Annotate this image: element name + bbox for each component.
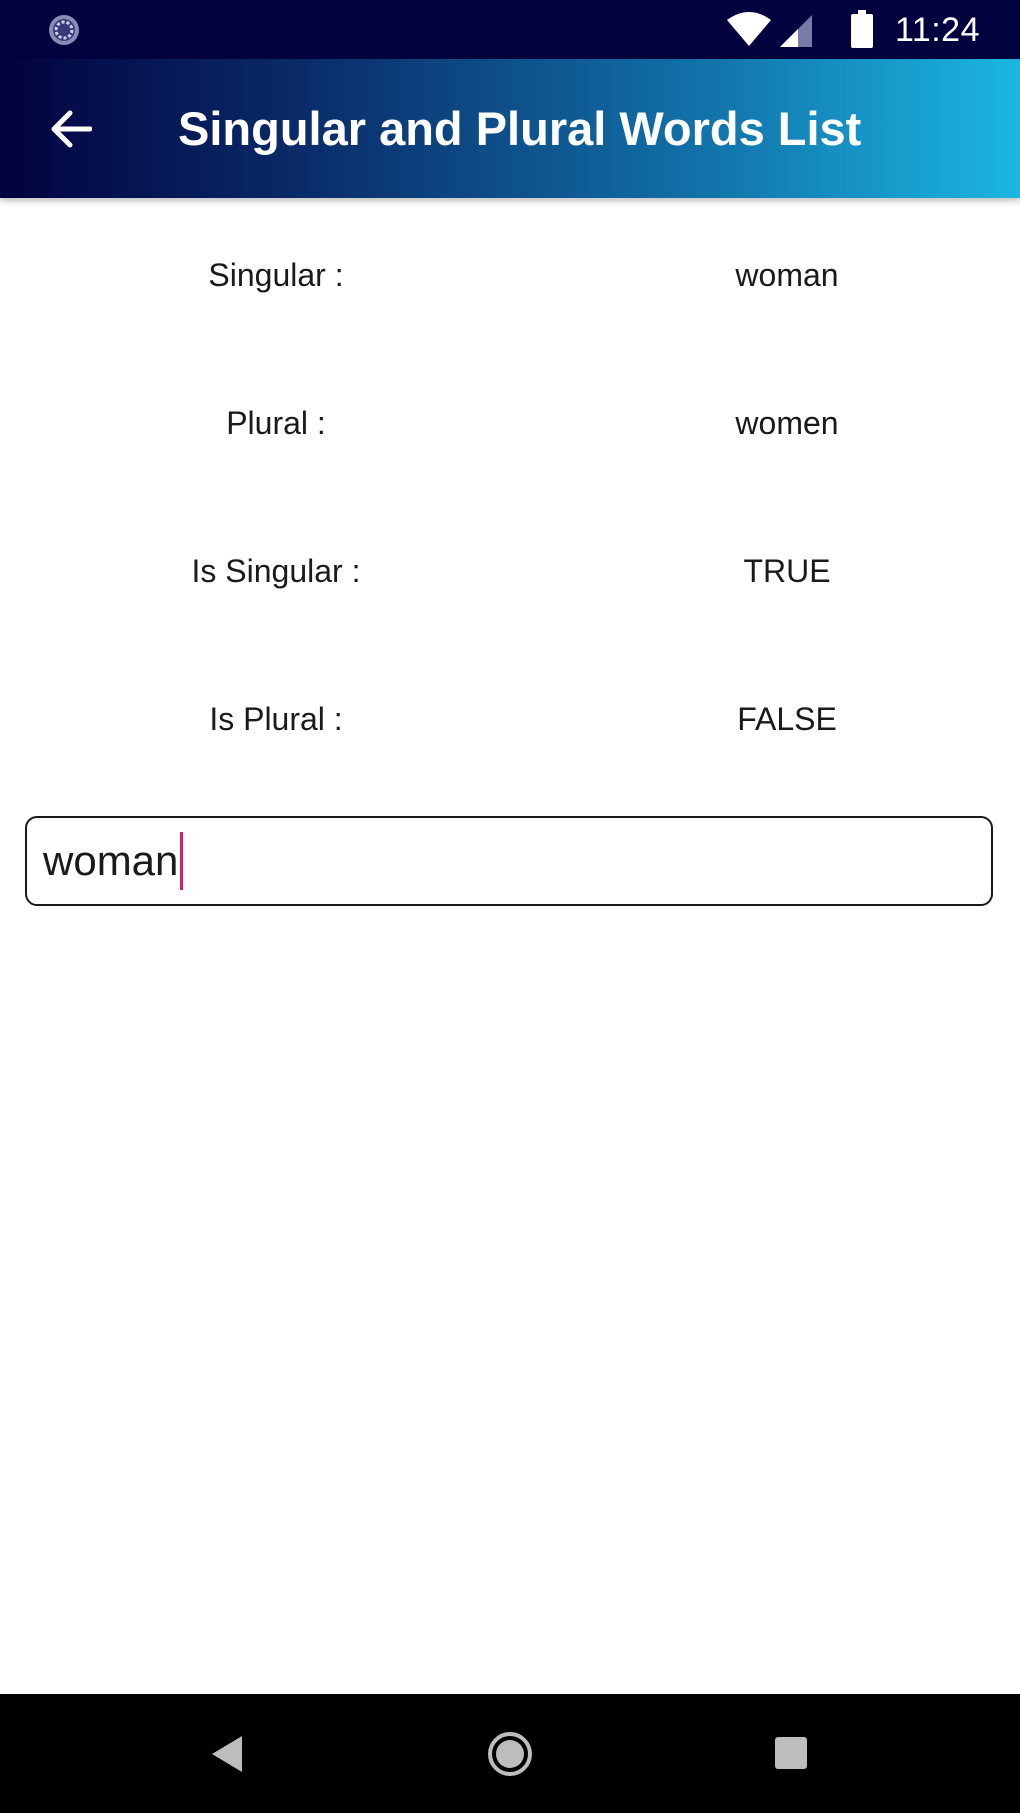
info-row-is-plural: Is Plural : FALSE	[0, 689, 1020, 749]
battery-icon	[851, 10, 873, 48]
is-singular-label: Is Singular :	[191, 553, 361, 589]
singular-value: woman	[735, 257, 839, 293]
info-row-singular: Singular : woman	[0, 245, 1020, 305]
is-plural-value: FALSE	[737, 701, 837, 737]
is-singular-value: TRUE	[743, 553, 831, 589]
word-input-text: woman	[43, 818, 184, 904]
word-input-value: woman	[43, 837, 179, 884]
arrow-left-icon	[51, 110, 92, 148]
wifi-icon	[727, 12, 771, 46]
plural-label: Plural :	[226, 405, 326, 441]
nav-recents-icon[interactable]	[775, 1737, 807, 1769]
status-time: 11:24	[894, 11, 980, 49]
word-input[interactable]: woman	[25, 816, 993, 906]
plural-value: women	[735, 405, 839, 441]
singular-label: Singular :	[208, 257, 344, 293]
text-caret	[180, 831, 184, 890]
app-bar: Singular and Plural Words List	[0, 59, 1020, 198]
nav-back-icon[interactable]	[210, 1734, 244, 1774]
info-row-plural: Plural : women	[0, 393, 1020, 453]
status-bar: 11:24	[0, 0, 1020, 59]
is-plural-label: Is Plural :	[209, 701, 343, 737]
cell-signal-icon	[780, 15, 812, 47]
page-title: Singular and Plural Words List	[178, 102, 862, 155]
back-button[interactable]	[30, 89, 110, 169]
sync-status-icon	[49, 15, 79, 45]
screen: 11:24 Singular and Plural Words List Sin…	[0, 0, 1020, 1813]
nav-bar	[0, 1694, 1020, 1813]
nav-home-icon[interactable]	[486, 1730, 534, 1778]
info-row-is-singular: Is Singular : TRUE	[0, 541, 1020, 601]
